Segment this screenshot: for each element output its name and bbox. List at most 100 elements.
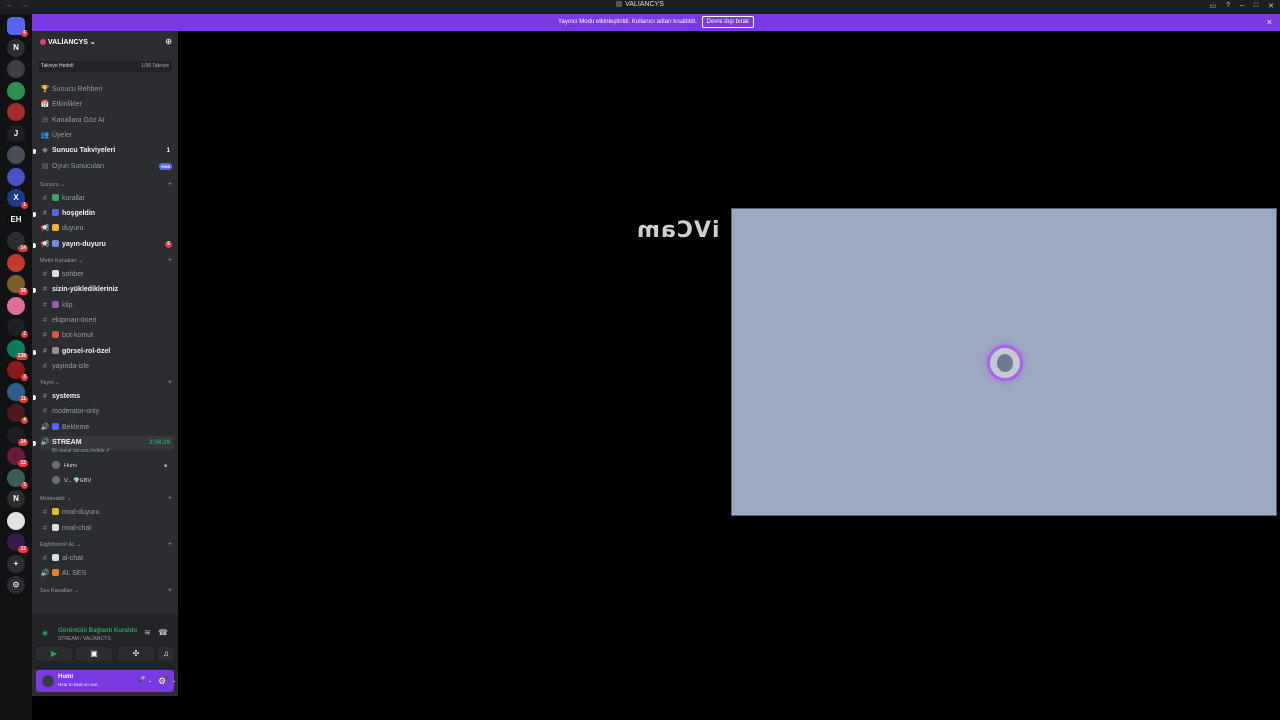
server-name: VALİANCYS	[48, 39, 88, 46]
boost-goal-label: Takviye Hedefi	[41, 63, 74, 69]
activities-button[interactable]: ✣	[118, 647, 154, 661]
channel-item[interactable]: # moderator-only	[40, 405, 174, 419]
menu-item[interactable]: 🏆 Sunucu Rehberi	[40, 83, 174, 97]
boost-goal[interactable]: Takviye Hedefi 1/36 Takviye	[38, 61, 172, 72]
add-channel-icon[interactable]: +	[168, 378, 172, 388]
server-icon[interactable]	[7, 81, 25, 100]
server-icon[interactable]: N	[7, 490, 25, 508]
channel-item[interactable]: 🔊 AL SES	[40, 567, 174, 581]
unread-pip	[33, 288, 36, 294]
server-icon[interactable]: +	[7, 554, 25, 573]
server-icon[interactable]: 2	[7, 318, 28, 338]
category-header[interactable]: Sunucu ⌄ +	[40, 180, 174, 190]
category-header[interactable]: Moderatör ⌄ +	[40, 494, 174, 504]
channel-item[interactable]: 📢 yayın-duyuru 6	[33, 238, 174, 252]
user-name[interactable]: Humi	[58, 674, 73, 680]
stream-tile[interactable]	[731, 208, 1277, 516]
microphone-icon[interactable]: 🎤	[137, 676, 146, 684]
channel-item[interactable]: # systems	[33, 390, 174, 404]
channel-item[interactable]: # bot-komut	[40, 329, 174, 343]
channel-emoji-icon	[52, 300, 59, 308]
server-icon[interactable]	[7, 167, 25, 186]
channel-item[interactable]: # klip	[40, 299, 174, 313]
channel-item[interactable]: # ekipman-öneri	[40, 314, 174, 328]
invite-icon[interactable]: ⊕	[165, 37, 172, 46]
channel-item[interactable]: 🔊 Bekleme	[40, 421, 174, 435]
chevron-down-icon[interactable]: ⌄	[172, 678, 176, 684]
server-header[interactable]: VALİANCYS ⌄ ⊕	[32, 31, 178, 53]
channel-item[interactable]: # hoşgeldin	[33, 207, 174, 221]
soundboard-button[interactable]: ♫	[158, 647, 174, 661]
minimize-icon[interactable]: –	[1240, 2, 1244, 10]
server-icon[interactable]: 12	[7, 533, 28, 553]
server-icon[interactable]	[7, 146, 25, 164]
channel-item[interactable]: # sohbet	[40, 268, 174, 282]
camera-button[interactable]: ▶	[36, 647, 72, 661]
server-icon[interactable]	[7, 296, 25, 315]
server-icon[interactable]: 11	[7, 382, 28, 403]
channel-item[interactable]: # kurallar	[40, 192, 174, 206]
maximize-icon[interactable]: □	[1254, 2, 1258, 10]
server-icon[interactable]: 14	[7, 232, 28, 252]
voice-user[interactable]: V... 💎EBV	[52, 475, 91, 487]
add-channel-icon[interactable]: +	[168, 494, 172, 504]
server-icon[interactable]	[7, 253, 25, 272]
menu-item[interactable]: ⊟ Kanallara Göz At	[40, 114, 174, 128]
server-icon[interactable]	[7, 103, 25, 121]
server-icon[interactable]: ⊙	[7, 576, 25, 594]
voice-user[interactable]: Humi ■	[52, 460, 167, 472]
server-icon[interactable]: 6	[7, 17, 28, 37]
menu-item[interactable]: 👥 Üyeler	[40, 129, 174, 143]
server-icon[interactable]: 38	[7, 275, 28, 295]
channel-item[interactable]: # al-chat	[40, 552, 174, 566]
server-icon[interactable]: 3	[7, 468, 28, 489]
channel-status-hint[interactable]: Bir kanal durumu belirle ✐	[52, 448, 110, 454]
close-icon[interactable]: ✕	[1268, 2, 1274, 10]
category-header[interactable]: Ses Kanalları ⌄ +	[40, 586, 174, 596]
channel-emoji-icon	[52, 209, 59, 217]
add-channel-icon[interactable]: +	[168, 256, 172, 266]
server-icon[interactable]: EH	[7, 210, 25, 229]
channel-item[interactable]: # mod-chat	[40, 522, 174, 536]
menu-item[interactable]: 📅 Etkinlikler	[40, 98, 174, 112]
channel-item[interactable]: 📢 duyuru	[40, 222, 174, 236]
category-header[interactable]: EightbornV AL ⌄ +	[40, 540, 174, 550]
channel-name: yayın-duyuru	[62, 240, 106, 248]
avatar[interactable]	[42, 675, 54, 687]
menu-item[interactable]: ▤ Oyun Sunucuları YENİ	[40, 160, 174, 174]
server-icon[interactable]	[7, 511, 25, 530]
rtc-status[interactable]: Görüntülü Bağlantı Kuruldu	[58, 628, 137, 634]
add-channel-icon[interactable]: +	[168, 180, 172, 190]
channel-item[interactable]: # mod-duyuru	[40, 506, 174, 520]
server-icon[interactable]: 24	[7, 425, 28, 446]
server-icon[interactable]: 3	[7, 361, 28, 381]
channel-item[interactable]: # sizin-yükledikleriniz	[33, 283, 174, 297]
server-icon[interactable]: X1	[7, 189, 28, 209]
add-channel-icon[interactable]: +	[168, 586, 172, 596]
help-icon[interactable]: ?	[1226, 2, 1230, 10]
category-header[interactable]: Yayın ⌄ +	[40, 378, 174, 388]
unread-pip	[33, 395, 36, 401]
channel-name: STREAM	[52, 439, 82, 446]
channel-item[interactable]: # görsel-rol-özel	[33, 345, 174, 359]
screen-share-button[interactable]: ▣	[76, 647, 112, 661]
server-icon[interactable]: J	[7, 124, 25, 143]
server-icon[interactable]: 12	[7, 447, 28, 467]
server-icon[interactable]: N	[7, 38, 25, 57]
inbox-icon[interactable]: ▭	[1209, 2, 1216, 10]
disconnect-icon[interactable]: ☎	[158, 628, 168, 637]
category-header[interactable]: Metin Kanalları ⌄ +	[40, 256, 174, 266]
add-channel-icon[interactable]: +	[168, 540, 172, 550]
server-icon[interactable]: 4	[7, 404, 28, 424]
server-icon[interactable]: 138	[7, 339, 28, 360]
menu-item[interactable]: ◈ Sunucu Takviyeleri 1	[33, 144, 174, 158]
settings-gear-icon[interactable]: ⚙	[158, 676, 166, 687]
speaking-avatar[interactable]	[987, 345, 1023, 381]
noise-suppression-icon[interactable]: ≋	[144, 628, 151, 637]
banner-close-icon[interactable]: ×	[1267, 14, 1272, 31]
chevron-down-icon[interactable]: ⌄	[148, 678, 152, 684]
channel-item[interactable]: # yayinda-izle	[40, 360, 174, 374]
rtc-channel[interactable]: STREAM / VALİANCYS	[58, 636, 111, 642]
server-icon[interactable]	[7, 60, 25, 78]
disable-streamer-button[interactable]: Devre dışı bırak	[701, 16, 754, 28]
